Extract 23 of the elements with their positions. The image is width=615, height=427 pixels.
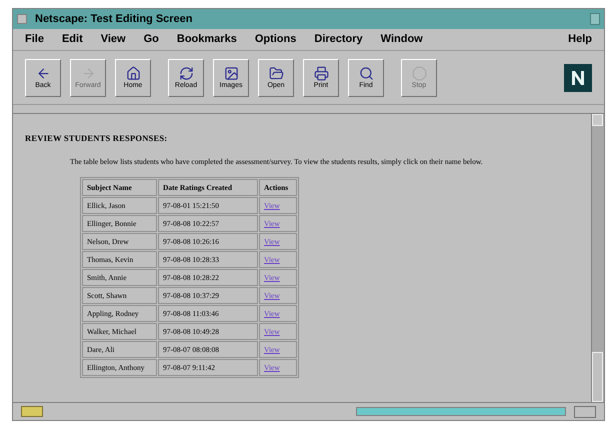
vertical-scrollbar[interactable] bbox=[591, 114, 604, 402]
netscape-logo-icon bbox=[564, 64, 592, 92]
search-icon bbox=[358, 66, 374, 80]
image-icon bbox=[224, 66, 238, 80]
menu-item[interactable]: Edit bbox=[62, 31, 83, 48]
arrow-right-icon bbox=[80, 66, 96, 80]
printer-icon bbox=[314, 66, 328, 80]
stop-icon bbox=[412, 66, 426, 80]
folder-icon bbox=[268, 66, 284, 80]
menu-item[interactable]: Go bbox=[144, 31, 159, 48]
house-icon bbox=[126, 66, 140, 80]
reload-icon bbox=[178, 66, 194, 80]
menu-item[interactable]: Help bbox=[568, 31, 592, 48]
window-title: Netscape: Test Editing Screen bbox=[35, 12, 193, 27]
menu-item[interactable]: Directory bbox=[314, 31, 363, 48]
menu-item[interactable]: Options bbox=[254, 31, 296, 48]
maximize-icon[interactable] bbox=[590, 13, 600, 25]
menu-item[interactable]: Bookmarks bbox=[176, 31, 237, 48]
window-menu-icon[interactable] bbox=[17, 14, 27, 24]
page-heading: REVIEW STUDENTS RESPONSES: bbox=[25, 132, 168, 145]
menu-item[interactable]: Window bbox=[380, 31, 423, 48]
menu-item[interactable]: View bbox=[100, 31, 126, 48]
menu-item[interactable]: File bbox=[25, 31, 44, 48]
